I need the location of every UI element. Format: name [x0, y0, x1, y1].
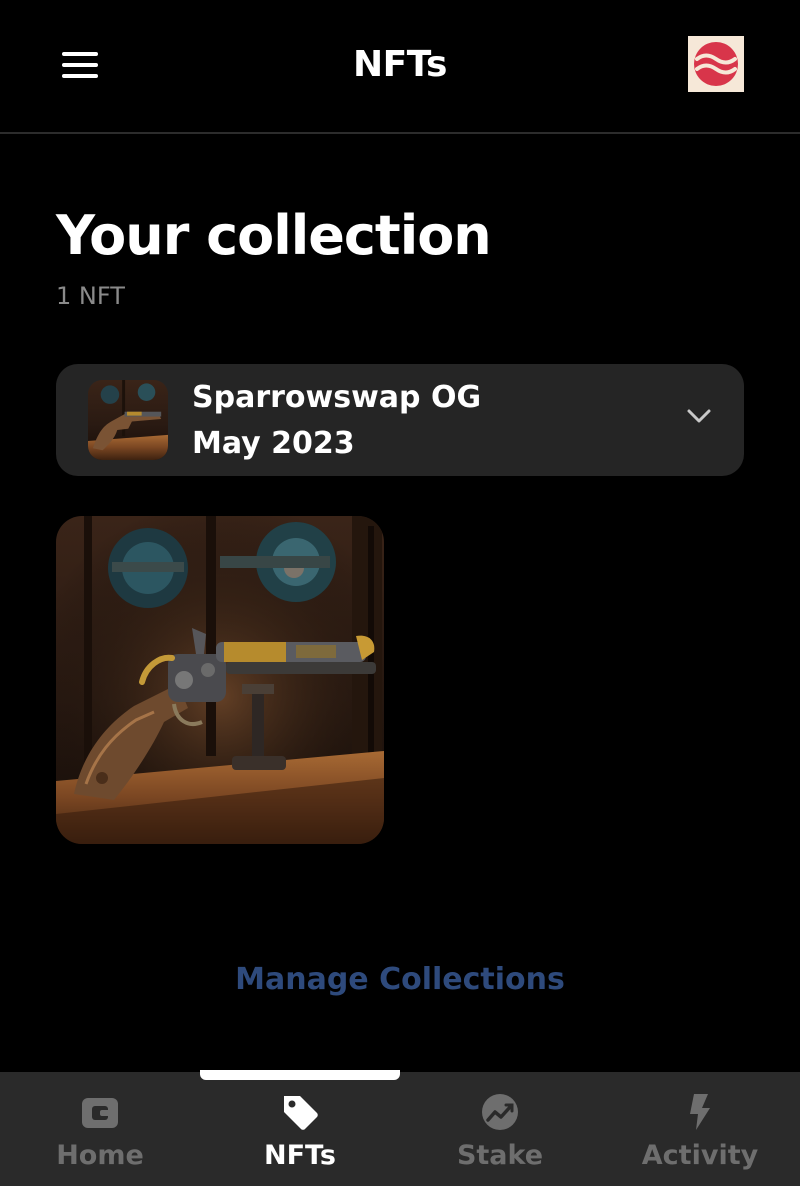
tab-label: Home [56, 1140, 144, 1171]
active-tab-indicator [200, 1070, 400, 1080]
tab-stake[interactable]: Stake [400, 1072, 600, 1186]
sei-logo-icon[interactable] [688, 36, 744, 92]
tab-home[interactable]: Home [0, 1072, 200, 1186]
collection-title: Your collection [56, 204, 492, 267]
manage-collections-link[interactable]: Manage Collections [0, 962, 800, 997]
collection-thumbnail-image [88, 380, 168, 460]
page-title: NFTs [353, 44, 447, 85]
wallet-icon [80, 1092, 120, 1132]
app-header: NFTs [0, 0, 800, 134]
nft-card[interactable] [56, 516, 384, 844]
stake-chart-icon [480, 1092, 520, 1132]
nft-image [56, 516, 384, 844]
collection-group-card[interactable]: Sparrowswap OG May 2023 [56, 364, 744, 476]
collection-name: Sparrowswap OG [192, 380, 482, 415]
tab-activity[interactable]: Activity [600, 1072, 800, 1186]
bottom-tab-bar: Home NFTs Stake Activity [0, 1072, 800, 1186]
nft-count: 1 NFT [56, 282, 125, 310]
chevron-down-icon[interactable] [686, 408, 712, 424]
tab-label: Stake [456, 1140, 544, 1171]
collection-date: May 2023 [192, 426, 355, 461]
tab-label: Activity [641, 1140, 759, 1171]
tab-nfts[interactable]: NFTs [200, 1072, 400, 1186]
lightning-icon [680, 1092, 720, 1132]
tag-icon [280, 1092, 320, 1132]
tab-label: NFTs [264, 1140, 336, 1171]
